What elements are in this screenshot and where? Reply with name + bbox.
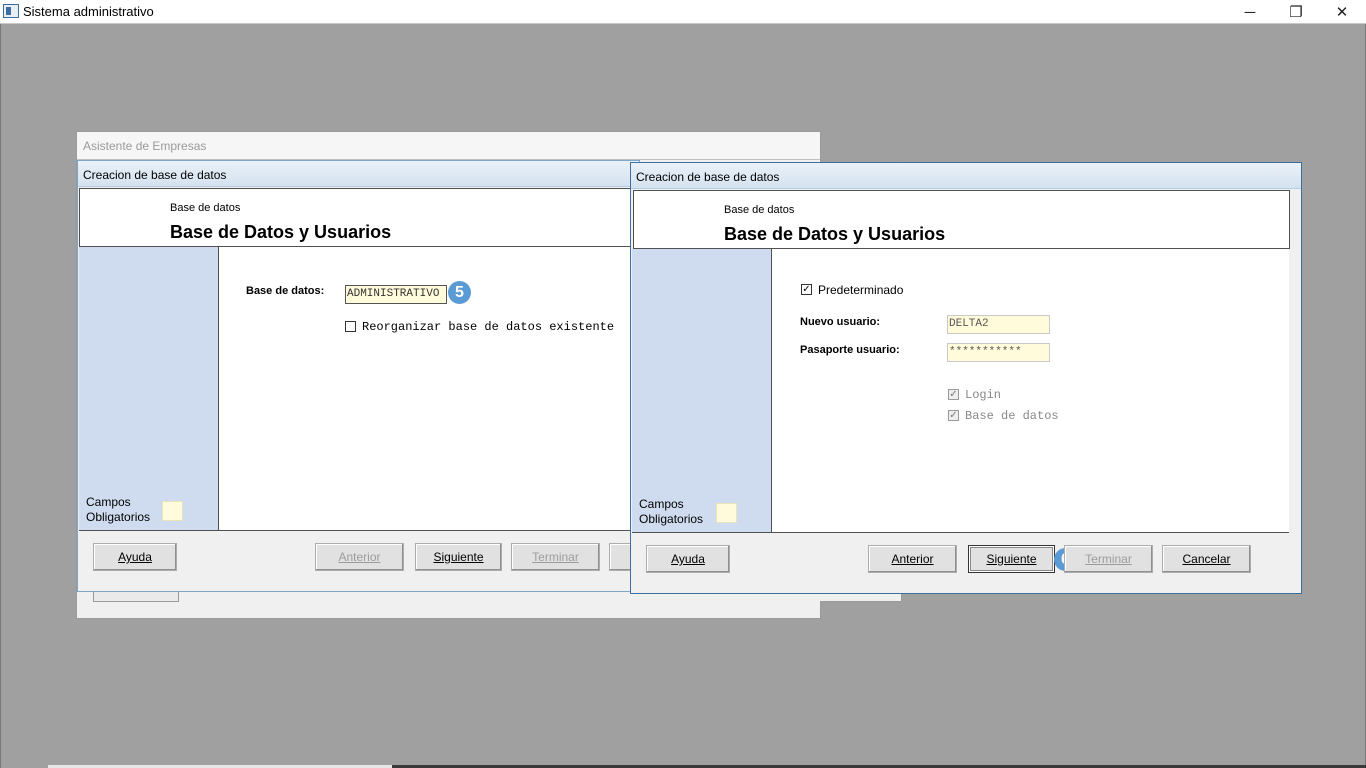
dialog-header: Base de datos Base de Datos y Usuarios bbox=[79, 188, 639, 247]
required-fields-label: Campos bbox=[639, 497, 684, 511]
previous-button[interactable]: Anterior bbox=[868, 545, 957, 573]
header-subtitle: Base de datos bbox=[724, 204, 795, 216]
required-fields-swatch bbox=[162, 501, 183, 521]
dialog-titlebar[interactable]: Creacion de base de datos bbox=[78, 161, 639, 187]
required-fields-label-2: Obligatorios bbox=[639, 512, 704, 526]
app-titlebar: Sistema administrativo ─ ❐ ✕ bbox=[0, 0, 1366, 24]
dialog-button-bar: Ayuda Anterior Siguiente 6 Terminar Canc… bbox=[632, 532, 1289, 593]
create-database-dialog-step6: Creacion de base de datos Base de datos … bbox=[630, 162, 1302, 594]
required-fields-label: Campos bbox=[86, 495, 131, 509]
cancel-button[interactable]: Cancelar bbox=[1162, 545, 1251, 573]
step-badge: 5 bbox=[448, 281, 471, 304]
dialog-title: Creacion de base de datos bbox=[636, 170, 780, 184]
wizard-sidebar: Campos Obligatorios bbox=[632, 249, 772, 532]
minimize-button[interactable]: ─ bbox=[1227, 0, 1273, 24]
default-label: Predeterminado bbox=[818, 283, 904, 297]
database-label: Base de datos: bbox=[246, 285, 325, 297]
dialog-header: Base de datos Base de Datos y Usuarios bbox=[633, 190, 1290, 249]
password-label: Pasaporte usuario: bbox=[800, 344, 900, 356]
next-button[interactable]: Siguiente bbox=[968, 545, 1055, 573]
help-button[interactable]: Ayuda bbox=[93, 543, 177, 571]
dialog-title: Creacion de base de datos bbox=[83, 168, 227, 182]
new-user-label: Nuevo usuario: bbox=[800, 316, 881, 328]
database-checkbox-label: Base de datos bbox=[965, 409, 1059, 423]
close-button[interactable]: ✕ bbox=[1319, 0, 1365, 24]
required-fields-swatch bbox=[716, 503, 737, 523]
database-name-input[interactable]: ADMINISTRATIVO bbox=[345, 285, 447, 304]
create-database-dialog-step5: Creacion de base de datos Base de datos … bbox=[77, 160, 640, 592]
finish-button[interactable]: Terminar bbox=[1064, 545, 1153, 573]
wizard-titlebar[interactable]: Asistente de Empresas bbox=[77, 132, 820, 160]
login-label: Login bbox=[965, 388, 1002, 402]
header-subtitle: Base de datos bbox=[170, 202, 241, 214]
password-input[interactable]: *********** bbox=[947, 343, 1050, 362]
required-fields-label-2: Obligatorios bbox=[86, 510, 151, 524]
dialog-content: ✓ Predeterminado Nuevo usuario: DELTA2 P… bbox=[772, 249, 1289, 532]
help-button[interactable]: Ayuda bbox=[646, 545, 730, 573]
dialog-content: Base de datos: ADMINISTRATIVO 5 Reorgani… bbox=[219, 247, 639, 530]
wizard-title: Asistente de Empresas bbox=[83, 139, 207, 153]
dialog-titlebar[interactable]: Creacion de base de datos bbox=[631, 163, 1301, 189]
reorganize-label: Reorganizar base de datos existente bbox=[362, 320, 615, 334]
next-button[interactable]: Siguiente bbox=[415, 543, 502, 571]
dialog-button-bar: Ayuda Anterior Siguiente Terminar bbox=[79, 530, 639, 591]
default-checkbox[interactable]: ✓ bbox=[801, 284, 812, 295]
wizard-sidebar: Campos Obligatorios bbox=[79, 247, 219, 530]
database-checkbox[interactable]: ✓ bbox=[948, 410, 959, 421]
app-title: Sistema administrativo bbox=[23, 4, 154, 19]
reorganize-checkbox[interactable] bbox=[345, 321, 356, 332]
header-title: Base de Datos y Usuarios bbox=[170, 222, 392, 242]
finish-button[interactable]: Terminar bbox=[511, 543, 600, 571]
new-user-input[interactable]: DELTA2 bbox=[947, 315, 1050, 334]
header-title: Base de Datos y Usuarios bbox=[724, 224, 946, 244]
login-checkbox[interactable]: ✓ bbox=[948, 389, 959, 400]
previous-button[interactable]: Anterior bbox=[315, 543, 404, 571]
app-icon bbox=[3, 4, 19, 18]
restore-button[interactable]: ❐ bbox=[1273, 0, 1319, 24]
